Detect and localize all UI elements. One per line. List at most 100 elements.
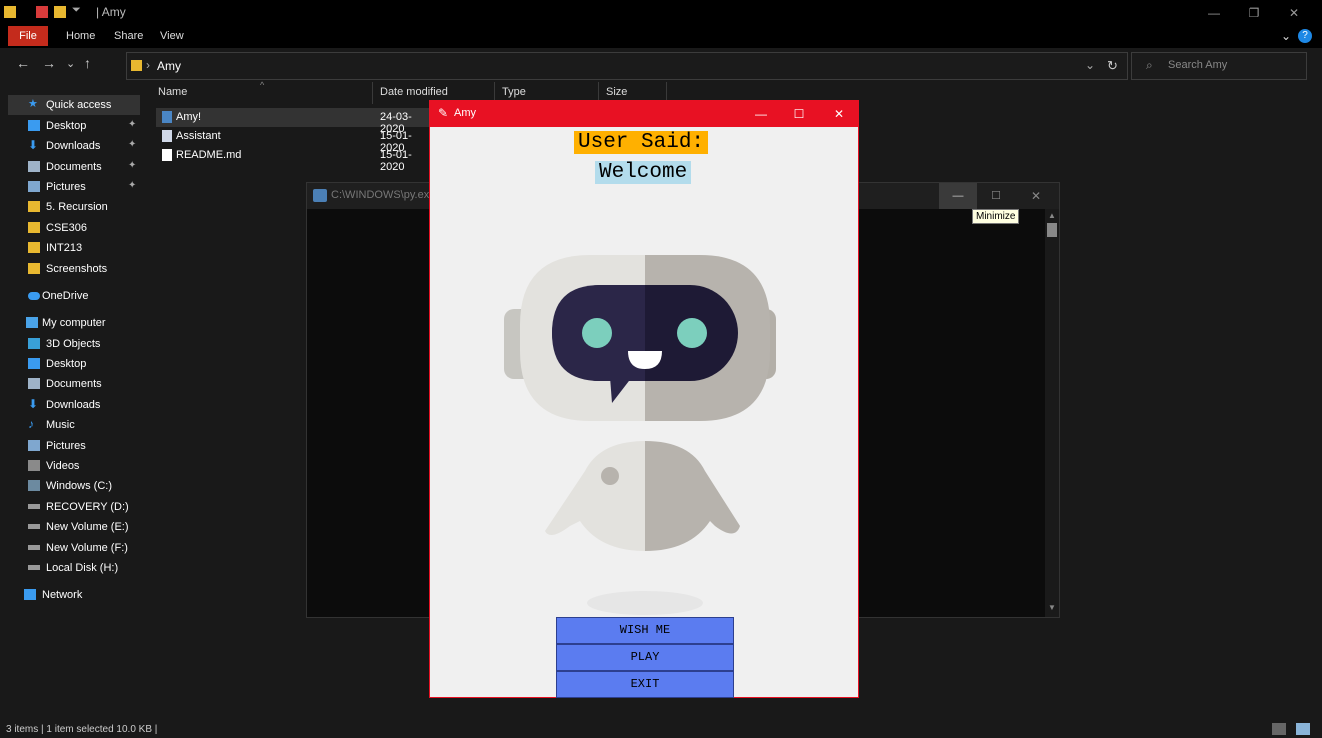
sidebar-item-downloads-pc[interactable]: ⬇ Downloads [8,395,140,415]
sidebar-item-network[interactable]: Network [8,585,140,605]
refresh-icon[interactable]: ↻ [1107,58,1118,74]
star-icon: ★ [28,98,38,110]
recent-locations-icon[interactable]: ⌄ [66,57,75,70]
sidebar-item-drive-c[interactable]: Windows (C:) [8,476,140,496]
app-title: Amy [454,107,476,119]
new-folder-icon[interactable] [54,6,66,18]
download-icon: ⬇ [28,397,39,411]
text-file-icon [162,149,172,161]
quick-access-dropdown-icon[interactable]: ⏷ [72,4,81,17]
table-row[interactable]: README.md 15-01-2020 [156,146,436,173]
python-file-icon [162,111,172,123]
close-button[interactable]: ✕ [1274,0,1314,26]
tab-view[interactable]: View [160,30,184,42]
sidebar-item-desktop[interactable]: Desktop ✦ [8,116,140,136]
status-text: 3 items | 1 item selected 10.0 KB | [6,724,158,735]
tab-share[interactable]: Share [114,30,143,42]
file-icon [162,130,172,142]
restore-button[interactable]: ❐ [1234,0,1274,26]
table-row[interactable]: Amy! 24-03-2020 [156,108,436,135]
cube-icon [28,338,40,349]
scroll-down-icon[interactable]: ▼ [1048,603,1056,612]
minimize-button[interactable]: — [1194,0,1234,26]
up-icon[interactable]: ↑ [84,55,91,71]
search-box[interactable]: ⌕ Search Amy [1131,52,1307,80]
sidebar-item-desktop-pc[interactable]: Desktop [8,354,140,374]
sidebar-item-onedrive[interactable]: OneDrive [8,286,140,306]
table-row[interactable]: Assistant 15-01-2020 [156,127,436,154]
sidebar-item-pictures[interactable]: Pictures ✦ [8,177,140,197]
sidebar-item-quick-access[interactable]: ★ Quick access [8,95,140,115]
feather-icon: ✎ [438,106,449,120]
computer-icon [26,317,38,328]
desktop-icon [28,358,40,369]
forward-icon[interactable]: → [42,55,56,71]
scroll-thumb[interactable] [1047,223,1057,237]
document-icon [28,161,40,172]
sidebar-item-drive-h[interactable]: Local Disk (H:) [8,558,140,578]
column-divider[interactable] [372,82,373,104]
sidebar-item-downloads[interactable]: ⬇ Downloads ✦ [8,136,140,156]
maximize-button[interactable]: ☐ [977,183,1015,209]
sidebar-item-drive-d[interactable]: RECOVERY (D:) [8,497,140,517]
exit-button[interactable]: EXIT [556,671,734,698]
chevron-right-icon[interactable]: › [146,58,150,72]
drive-icon [28,504,40,509]
tab-file[interactable]: File [8,26,48,46]
document-icon [28,378,40,389]
sidebar-item-screenshots[interactable]: Screenshots [8,259,140,279]
breadcrumb[interactable]: Amy [157,59,181,73]
sidebar-item-drive-f[interactable]: New Volume (F:) [8,538,140,558]
folder-icon [28,222,40,233]
folder-icon [28,201,40,212]
play-button[interactable]: PLAY [556,644,734,671]
folder-icon [131,60,142,71]
amy-app-window[interactable]: ✎ Amy — ☐ ✕ User Said: Welcome WISH ME P… [429,100,859,698]
robot-image [504,255,776,615]
back-icon[interactable]: ← [16,55,30,71]
window-title: | Amy [96,5,126,19]
scroll-up-icon[interactable]: ▲ [1048,211,1056,220]
python-icon [313,189,327,202]
close-button[interactable]: ✕ [820,101,858,127]
pictures-icon [28,440,40,451]
sidebar-item-music[interactable]: ♪ Music [8,415,140,435]
sidebar-item-3d-objects[interactable]: 3D Objects [8,334,140,354]
minimize-button[interactable]: — [939,183,977,209]
search-placeholder: Search Amy [1168,59,1228,71]
sidebar-item-documents[interactable]: Documents ✦ [8,157,140,177]
sidebar-item-videos[interactable]: Videos [8,456,140,476]
close-button[interactable]: ✕ [1017,183,1055,209]
pin-icon: ✦ [128,180,137,191]
wish-me-button[interactable]: WISH ME [556,617,734,644]
help-icon[interactable]: ? [1298,29,1312,43]
sidebar-item-pictures-pc[interactable]: Pictures [8,436,140,456]
tab-home[interactable]: Home [66,30,95,42]
chevron-down-icon[interactable]: ⌄ [1085,58,1095,72]
app-title-bar: ✎ Amy — ☐ ✕ [430,101,858,127]
expand-ribbon-icon[interactable]: ⌄ [1281,29,1291,43]
minimize-button[interactable]: — [742,101,780,127]
scrollbar[interactable]: ▲ ▼ [1045,209,1059,617]
network-icon [24,589,36,600]
sidebar-item-cse306[interactable]: CSE306 [8,218,140,238]
navigation-pane: ★ Quick access Desktop ✦ ⬇ Downloads ✦ Docum… [8,80,140,720]
sort-up-icon: ^ [260,80,265,90]
column-header-name[interactable]: Name [158,86,187,102]
speech-result-label: Welcome [595,161,692,184]
large-icons-view-icon[interactable] [1296,723,1310,735]
drive-icon [28,565,40,570]
search-icon: ⌕ [1146,58,1153,72]
pin-icon: ✦ [128,139,137,150]
properties-icon[interactable] [36,6,48,18]
sidebar-item-documents-pc[interactable]: Documents [8,374,140,394]
address-bar[interactable]: › Amy ⌄ ↻ [126,52,1128,80]
maximize-button[interactable]: ☐ [780,101,818,127]
sidebar-item-my-computer[interactable]: My computer [8,313,140,333]
sidebar-item-recursion[interactable]: 5. Recursion [8,197,140,217]
sidebar-item-drive-e[interactable]: New Volume (E:) [8,517,140,537]
pictures-icon [28,181,40,192]
details-view-icon[interactable] [1272,723,1286,735]
status-bar: 3 items | 1 item selected 10.0 KB | [0,720,1322,738]
sidebar-item-int213[interactable]: INT213 [8,238,140,258]
